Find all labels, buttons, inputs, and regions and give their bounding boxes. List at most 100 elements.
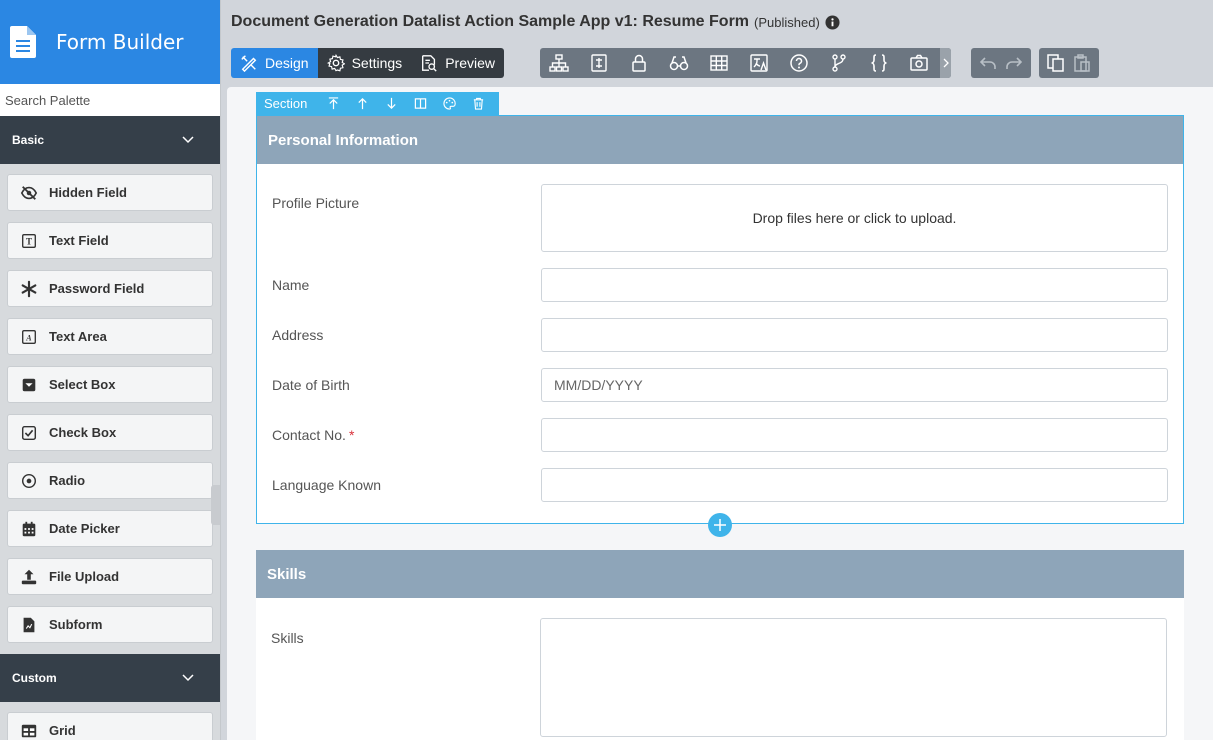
chevron-right-icon: [943, 58, 949, 68]
palette-item-select-box[interactable]: Select Box: [7, 366, 213, 403]
profile-picture-label: Profile Picture: [272, 195, 360, 211]
address-input[interactable]: [541, 318, 1168, 352]
arrow-up-icon: [358, 98, 368, 110]
field-row-name: Name: [257, 268, 1183, 302]
palette-item-label: Subform: [49, 617, 103, 632]
section-title: Personal Information: [268, 131, 419, 149]
help-button[interactable]: [789, 48, 829, 78]
chevron-down-icon: [182, 136, 194, 144]
palette-basic: Hidden Field T Text Field Password Field…: [0, 164, 220, 643]
tab-design[interactable]: Design: [231, 48, 318, 78]
inspect-button[interactable]: [669, 48, 709, 78]
palette-item-label: Password Field: [49, 281, 145, 296]
move-section-up-button[interactable]: [348, 92, 377, 115]
category-custom[interactable]: Custom: [0, 654, 220, 702]
field-row-profile-picture: Profile Picture Drop files here or click…: [257, 184, 1183, 252]
asterisk-icon: [19, 279, 39, 299]
section-skills[interactable]: Skills Skills: [256, 550, 1184, 740]
delete-section-button[interactable]: [464, 92, 493, 115]
eye-slash-icon: [19, 183, 39, 203]
branch-button[interactable]: [829, 48, 869, 78]
clipboard-group: [1039, 48, 1099, 78]
camera-icon: [910, 54, 928, 71]
date-of-birth-label: Date of Birth: [272, 377, 350, 393]
info-icon[interactable]: [825, 14, 840, 30]
radio-icon: [19, 471, 39, 491]
language-known-input[interactable]: [541, 468, 1168, 502]
publish-status: (Published): [754, 14, 820, 30]
palette-item-date-picker[interactable]: Date Picker: [7, 510, 213, 547]
form-properties-icon: [591, 54, 607, 72]
palette-item-label: Grid: [49, 723, 76, 738]
search-palette-input[interactable]: [0, 84, 220, 116]
sidebar-collapse-handle[interactable]: [211, 485, 220, 525]
field-row-date-of-birth: Date of Birth: [257, 368, 1183, 402]
contact-no-label-wrap: Contact No. *: [257, 427, 541, 443]
field-row-skills: Skills: [256, 618, 1184, 737]
move-section-top-button[interactable]: [319, 92, 348, 115]
translate-button[interactable]: [749, 48, 789, 78]
arrow-to-top-icon: [329, 97, 339, 110]
trash-icon: [474, 97, 484, 110]
palette-item-subform[interactable]: Subform: [7, 606, 213, 643]
section-style-button[interactable]: [435, 92, 464, 115]
tab-settings[interactable]: Settings: [317, 48, 412, 78]
add-section-button[interactable]: [708, 513, 732, 537]
palette-item-text-field[interactable]: T Text Field: [7, 222, 213, 259]
tab-preview[interactable]: Preview: [411, 48, 504, 78]
palette-icon: [443, 97, 457, 110]
svg-text:T: T: [26, 236, 32, 246]
table-button[interactable]: [709, 48, 749, 78]
gear-icon: [326, 54, 345, 72]
category-basic[interactable]: Basic: [0, 116, 220, 164]
mode-switcher: Design Settings Preview: [231, 48, 504, 78]
form-properties-button[interactable]: [589, 48, 629, 78]
lock-icon: [632, 54, 646, 72]
history-group: [971, 48, 1031, 78]
palette-custom: Grid: [0, 702, 220, 740]
palette-item-text-area[interactable]: A Text Area: [7, 318, 213, 355]
redo-icon[interactable]: [1004, 53, 1024, 73]
palette-item-label: Text Area: [49, 329, 107, 344]
palette-item-grid[interactable]: Grid: [7, 712, 213, 740]
palette-item-file-upload[interactable]: File Upload: [7, 558, 213, 595]
app-brand: Form Builder: [0, 0, 220, 84]
contact-no-input[interactable]: [541, 418, 1168, 452]
paste-icon[interactable]: [1072, 53, 1092, 73]
undo-icon[interactable]: [978, 53, 998, 73]
form-canvas: Section Personal Information Profile Pic…: [227, 87, 1213, 740]
document-icon: [10, 26, 36, 58]
text-area-icon: A: [19, 327, 39, 347]
palette-item-hidden-field[interactable]: Hidden Field: [7, 174, 213, 211]
sidebar: Form Builder Basic Hidden Field T Text F…: [0, 0, 221, 740]
palette-item-check-box[interactable]: Check Box: [7, 414, 213, 451]
tab-settings-label: Settings: [351, 55, 403, 71]
date-of-birth-input[interactable]: [541, 368, 1168, 402]
tree-structure-button[interactable]: [549, 48, 589, 78]
branch-icon: [832, 54, 846, 72]
permission-button[interactable]: [629, 48, 669, 78]
name-input[interactable]: [541, 268, 1168, 302]
curly-braces-icon: [871, 54, 887, 72]
field-row-contact-no: Contact No. *: [257, 418, 1183, 452]
tab-design-label: Design: [265, 55, 309, 71]
checkbox-icon: [19, 423, 39, 443]
language-known-label: Language Known: [272, 477, 381, 493]
field-row-language-known: Language Known: [257, 468, 1183, 502]
palette-item-password-field[interactable]: Password Field: [7, 270, 213, 307]
palette-item-radio[interactable]: Radio: [7, 462, 213, 499]
copy-icon[interactable]: [1046, 53, 1066, 73]
toolbar-scroll-right[interactable]: [940, 48, 951, 78]
file-dropzone[interactable]: Drop files here or click to upload.: [541, 184, 1168, 252]
category-custom-label: Custom: [12, 671, 57, 685]
table-icon: [710, 55, 728, 71]
select-box-icon: [19, 375, 39, 395]
json-button[interactable]: [869, 48, 909, 78]
palette-item-label: Date Picker: [49, 521, 120, 536]
palette-item-label: Check Box: [49, 425, 117, 440]
move-section-down-button[interactable]: [377, 92, 406, 115]
grid-icon: [19, 721, 39, 740]
section-personal-information[interactable]: Personal Information Profile Picture Dro…: [256, 115, 1184, 524]
skills-textarea[interactable]: [540, 618, 1167, 737]
add-column-button[interactable]: [406, 92, 435, 115]
